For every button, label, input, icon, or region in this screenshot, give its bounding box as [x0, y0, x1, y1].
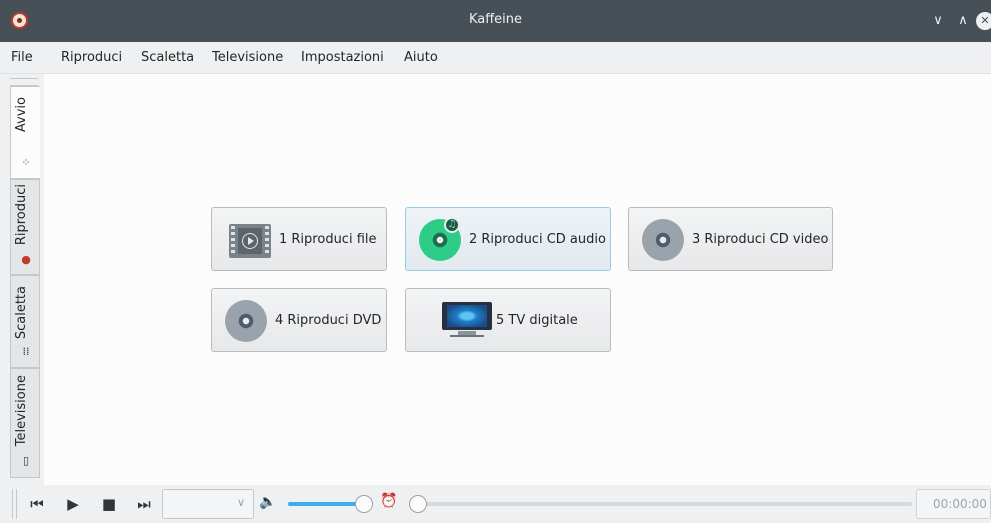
seek-handle[interactable]	[409, 495, 427, 513]
play-video-cd-label: 3 Riproduci CD video	[692, 232, 829, 247]
volume-level	[288, 502, 364, 506]
playlist-icon: ⁞⁞	[22, 345, 30, 358]
previous-icon[interactable]: ⏮	[26, 493, 48, 515]
window-title: Kaffeine	[468, 12, 523, 27]
play-icon[interactable]: ▶	[62, 493, 84, 515]
volume-icon[interactable]: 🔈	[259, 494, 276, 510]
menu-televisione[interactable]: Televisione	[212, 50, 283, 65]
volume-handle[interactable]	[354, 495, 373, 513]
tab-riproduci[interactable]: Riproduci ●	[10, 179, 40, 275]
video-file-icon	[229, 224, 271, 258]
tv-icon: ▯	[22, 454, 30, 467]
menu-bar: File Riproduci Scaletta Televisione Impo…	[0, 42, 991, 74]
maximize-button[interactable]: ∧	[954, 12, 972, 30]
menu-file[interactable]: File	[11, 50, 33, 65]
tabbar-grip[interactable]	[10, 78, 38, 86]
play-audio-cd-label: 2 Riproduci CD audio	[469, 232, 606, 247]
menu-aiuto[interactable]: Aiuto	[404, 50, 438, 65]
kaffeine-icon: ●	[21, 253, 31, 266]
tab-riproduci-label: Riproduci	[14, 184, 29, 246]
play-video-cd-button[interactable]: 3 Riproduci CD video	[628, 207, 833, 271]
play-file-label: 1 Riproduci file	[279, 232, 377, 247]
playback-toolbar: ⏮ ▶ ■ ⏭ ∨ 🔈 ⏰ 00:00:00	[0, 485, 991, 523]
play-dvd-button[interactable]: 4 Riproduci DVD	[211, 288, 387, 352]
side-tab-bar: Avvio ⁘ Riproduci ● Scaletta ⁞⁞ Televisi…	[0, 74, 44, 485]
menu-impostazioni[interactable]: Impostazioni	[301, 50, 384, 65]
music-note-icon: ♫	[444, 217, 460, 233]
play-dvd-label: 4 Riproduci DVD	[275, 313, 382, 328]
time-display: 00:00:00	[916, 489, 991, 519]
minimize-button[interactable]: ∨	[929, 12, 947, 30]
stop-icon[interactable]: ■	[98, 493, 120, 515]
next-icon[interactable]: ⏭	[133, 493, 155, 515]
tab-avvio[interactable]: Avvio ⁘	[10, 86, 40, 179]
tab-scaletta[interactable]: Scaletta ⁞⁞	[10, 275, 40, 368]
audio-stream-combo[interactable]: ∨	[162, 489, 254, 519]
play-audio-cd-button[interactable]: ♫ 2 Riproduci CD audio	[405, 207, 611, 271]
play-file-button[interactable]: 1 Riproduci file	[211, 207, 387, 271]
dvd-icon	[225, 300, 267, 342]
digital-tv-button[interactable]: 5 TV digitale	[405, 288, 611, 352]
chevron-down-icon: ∨	[236, 496, 245, 509]
seek-slider[interactable]	[418, 502, 912, 506]
video-cd-icon	[642, 219, 684, 261]
title-bar: Kaffeine ∨ ∧ ✕	[0, 0, 991, 42]
toolbar-grip[interactable]	[12, 489, 17, 519]
digital-tv-label: 5 TV digitale	[496, 313, 578, 328]
start-page: 1 Riproduci file ♫ 2 Riproduci CD audio …	[44, 74, 991, 485]
tab-televisione-label: Televisione	[14, 375, 29, 447]
digital-tv-icon	[442, 302, 492, 338]
menu-riproduci[interactable]: Riproduci	[61, 50, 122, 65]
tab-avvio-label: Avvio	[14, 97, 29, 133]
tab-televisione[interactable]: Televisione ▯	[10, 368, 40, 478]
start-icon: ⁘	[21, 156, 31, 169]
tab-scaletta-label: Scaletta	[14, 286, 29, 340]
close-button[interactable]: ✕	[976, 12, 991, 30]
menu-scaletta[interactable]: Scaletta	[141, 50, 194, 65]
alarm-clock-icon[interactable]: ⏰	[380, 493, 397, 509]
